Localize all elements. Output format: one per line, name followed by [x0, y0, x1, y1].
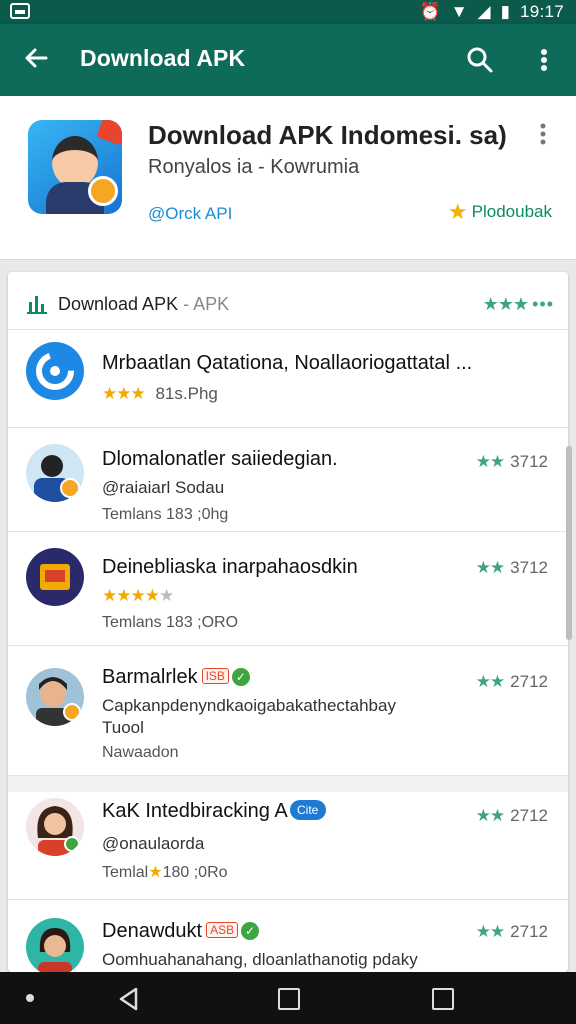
clock: 19:17: [519, 2, 564, 21]
list-item-rating: ★★★ 81s.Phg: [102, 384, 218, 403]
app-title: Download APK Indomesi. sa): [148, 120, 507, 150]
list-item-title: Dlomalonatler saiiedegian.: [102, 448, 338, 470]
app-list-card: Download APK - APK ★★★ ••• Mrbaatlan Qat…: [8, 272, 568, 972]
app-link[interactable]: @Orck API: [148, 204, 232, 224]
nav-back-icon[interactable]: [116, 986, 142, 1012]
more-vert-icon[interactable]: [532, 44, 556, 76]
alarm-icon: ⏰: [419, 2, 441, 21]
app-icon: [28, 120, 122, 214]
list-item-title: Barmalrlek ISB ✓: [102, 666, 250, 689]
list-header-stars: ★★★: [482, 294, 529, 314]
nav-home-icon[interactable]: [278, 988, 300, 1010]
battery-icon: ▮: [500, 2, 510, 21]
status-icons: ⏰ ▼ ◢ ▮ 19:17: [420, 2, 564, 22]
list-title: Download APK - APK: [58, 294, 230, 314]
app-bar-title: Download APK: [80, 45, 246, 71]
list-item[interactable]: Mrbaatlan Qatationa, Noallaoriogattatal …: [8, 330, 568, 428]
app-rating-label: Plodoubak: [471, 202, 552, 221]
list-item-score: ★★ 2712: [475, 672, 548, 691]
app-rating: ★ Plodoubak: [447, 199, 552, 224]
tag-badge: ISB: [201, 668, 229, 684]
list-item-score: ★★ 3712: [475, 558, 548, 577]
status-bar: ⏰ ▼ ◢ ▮ 19:17: [0, 0, 576, 24]
list-item-title: Deinebliaska inarpahaosdkin: [102, 556, 358, 578]
list-item-score: ★★ 2712: [475, 922, 548, 941]
app-avatar: [26, 668, 84, 726]
list-divider: [8, 776, 568, 792]
wifi-icon: ▼: [450, 2, 468, 21]
list-item-title: KaK Intedbiracking A Cite: [102, 800, 326, 823]
tag-badge: ASB: [206, 922, 239, 938]
scrollbar[interactable]: [566, 446, 572, 640]
list-item-rating: ★★★★★: [102, 586, 175, 605]
list-item[interactable]: Barmalrlek ISB ✓ Capkanpdenyndkaoigabakath…: [8, 646, 568, 776]
app-avatar: [26, 444, 84, 502]
nav-recent-icon[interactable]: [432, 988, 454, 1010]
app-developer: Ronyalos ia - Kowrumia: [148, 156, 360, 178]
back-arrow-icon[interactable]: [20, 42, 52, 74]
navigation-bar: [0, 972, 576, 1024]
list-item[interactable]: Denawdukt ASB ✓ Oomhuahanahang, dloanlatha…: [8, 900, 568, 972]
list-item[interactable]: KaK Intedbiracking A Cite @onaulaorda Tem…: [8, 792, 568, 900]
check-icon: ✓: [241, 922, 260, 940]
app-avatar: [26, 918, 84, 972]
list-item-subtitle-2: Tuool: [102, 718, 144, 737]
list-item-score: ★★ 2712: [475, 806, 548, 825]
list-item-meta: Temlal★180 ;0Ro: [102, 864, 228, 881]
list-item-meta: Temlans 183 ;0hg: [102, 506, 229, 523]
list-item-title: Mrbaatlan Qatationa, Noallaoriogattatal …: [102, 352, 473, 374]
signal-icon: ◢: [477, 2, 491, 21]
list-item-subtitle: Capkanpdenyndkaoigabakathectahbay: [102, 696, 396, 715]
list-item-title: Denawdukt ASB ✓: [102, 920, 260, 943]
more-vert-icon[interactable]: [538, 122, 548, 146]
nav-dot-icon: [26, 994, 34, 1002]
list-item-meta: Nawaadon: [102, 744, 179, 761]
list-item-subtitle: Oomhuahanahang, dloanlathanotig pdaky: [102, 950, 418, 969]
image-notification-icon: [10, 3, 30, 19]
chart-icon: [26, 294, 48, 314]
app-avatar: [26, 342, 84, 400]
list-item[interactable]: Dlomalonatler saiiedegian. @raiaiarl Sod…: [8, 428, 568, 532]
app-avatar: [26, 548, 84, 606]
list-item-subtitle: @raiaiarl Sodau: [102, 478, 225, 497]
list-item[interactable]: Deinebliaska inarpahaosdkin ★★★★★ Temlan…: [8, 532, 568, 646]
app-avatar: [26, 798, 84, 856]
list-item-meta: Temlans 183 ;ORO: [102, 614, 239, 631]
star-icon: ★: [148, 864, 163, 881]
star-icon: ★: [447, 199, 468, 224]
app-bar: Download APK: [0, 24, 576, 96]
list-header-more[interactable]: •••: [532, 294, 554, 315]
badge-pill: Cite: [289, 800, 326, 820]
search-icon[interactable]: [464, 44, 496, 76]
app-header-card: Download APK Indomesi. sa) Ronyalos ia -…: [0, 96, 576, 260]
check-icon: ✓: [231, 668, 250, 686]
list-header: Download APK - APK ★★★ •••: [8, 272, 568, 330]
list-item-score: ★★ 3712: [475, 452, 548, 471]
list-item-subtitle: @onaulaorda: [102, 834, 205, 853]
